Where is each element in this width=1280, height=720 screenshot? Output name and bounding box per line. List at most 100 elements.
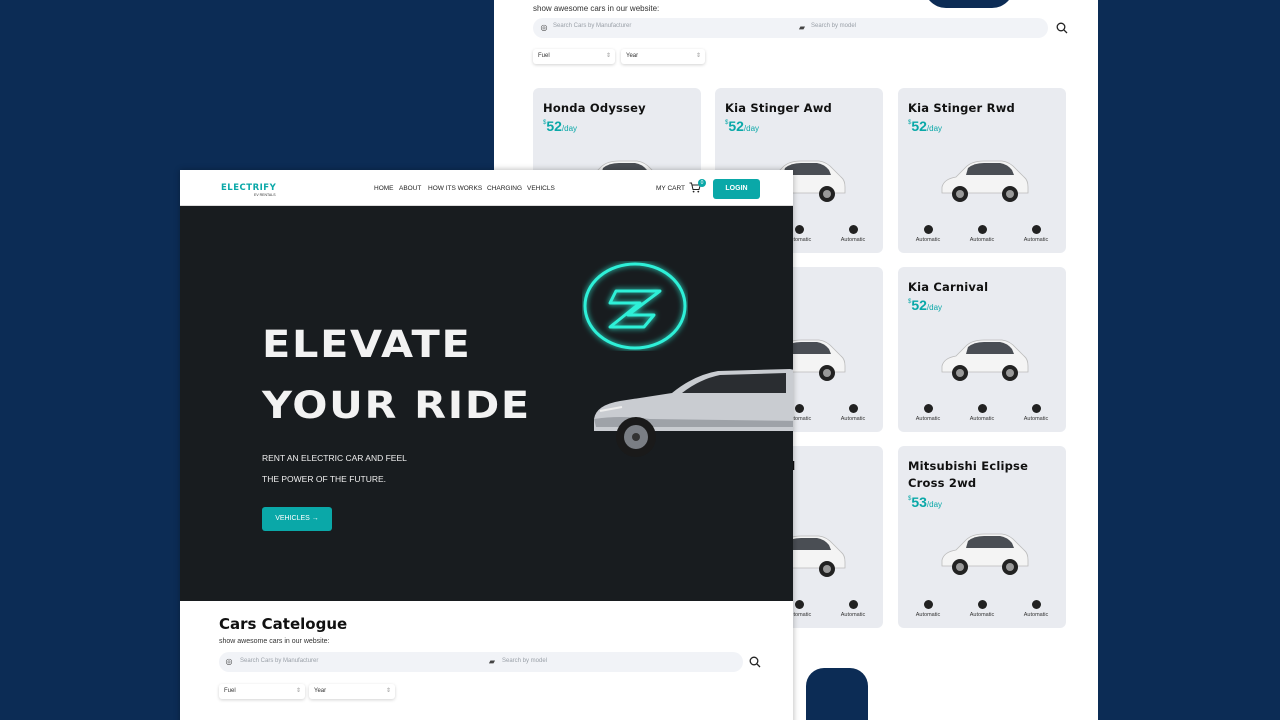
decorative-shape — [806, 668, 868, 720]
fuel-pump-icon — [848, 404, 858, 413]
chevron-updown-icon: ⇕ — [605, 53, 611, 59]
spec-label: Automatic — [915, 612, 941, 618]
tire-icon — [977, 600, 987, 609]
car-model-icon: ▰ — [798, 23, 806, 32]
fuel-pump-icon — [1031, 600, 1041, 609]
chevron-updown-icon: ⇕ — [695, 53, 701, 59]
car-price: $52/day — [908, 118, 942, 136]
manufacturer-logo-icon: ◎ — [225, 657, 233, 666]
fuel-filter-select[interactable]: Fuel ⇕ — [533, 49, 615, 64]
price-period: /day — [743, 124, 760, 133]
spec-transmission: Automatic — [908, 404, 948, 422]
lightning-bolt-icon — [583, 262, 687, 350]
search-icon[interactable] — [1056, 22, 1068, 34]
car-card[interactable]: Kia Stinger Rwd $52/day Automatic Automatic… — [898, 88, 1066, 253]
spec-label: Automatic — [969, 416, 995, 422]
price-period: /day — [926, 124, 943, 133]
car-card[interactable]: Kia Carnival $52/day Automatic Automatic Aut… — [898, 267, 1066, 432]
tire-icon — [794, 225, 804, 234]
steering-wheel-icon — [923, 600, 933, 609]
electric-car-image — [594, 369, 793, 457]
spec-label: Automatic — [1023, 612, 1049, 618]
brand-logo[interactable]: ELECTRIFY — [221, 183, 276, 193]
price-value: 52 — [911, 118, 927, 134]
spec-transmission: Automatic — [962, 600, 1002, 618]
hero-tagline-line1: RENT AN ELECTRIC CAR AND FEEL — [262, 453, 407, 463]
model-search-input[interactable]: Search by model — [811, 23, 856, 29]
spec-transmission: Automatic — [1016, 225, 1056, 243]
home-page-window: ELECTRIFY EV RENTALS HOME ABOUT HOW ITS … — [180, 170, 793, 720]
nav-link-about[interactable]: ABOUT — [399, 185, 421, 192]
spec-label: Automatic — [915, 237, 941, 243]
manufacturer-search-input[interactable]: Search Cars by Manufacturer — [553, 23, 631, 29]
spec-transmission: Automatic — [962, 225, 1002, 243]
spec-transmission: Automatic — [908, 225, 948, 243]
fuel-pump-icon — [1031, 404, 1041, 413]
price-currency: $ — [908, 120, 912, 126]
hero-section: ELEVATE YOUR RIDE RENT AN ELECTRIC CAR A… — [180, 206, 793, 601]
vehicles-button[interactable]: VEHICLES → — [262, 507, 332, 531]
nav-link-charging[interactable]: CHARGING — [487, 185, 522, 192]
search-bar: ◎ Search Cars by Manufacturer ▰ Search b… — [533, 18, 1048, 38]
car-price: $52/day — [725, 118, 759, 136]
spec-label: Automatic — [969, 237, 995, 243]
chevron-updown-icon: ⇕ — [295, 688, 301, 694]
decorative-shape — [924, 0, 1014, 8]
cart-label[interactable]: MY CART — [656, 185, 685, 192]
spec-transmission: Automatic — [908, 600, 948, 618]
brand-logo-subtitle: EV RENTALS — [254, 193, 276, 197]
spec-transmission: Automatic — [962, 404, 1002, 422]
spec-label: Automatic — [840, 612, 866, 618]
spec-label: Automatic — [840, 237, 866, 243]
spec-transmission: Automatic — [1016, 600, 1056, 618]
steering-wheel-icon — [923, 404, 933, 413]
spec-label: Automatic — [1023, 237, 1049, 243]
spec-transmission: Automatic — [833, 600, 873, 618]
chevron-updown-icon: ⇕ — [385, 688, 391, 694]
spec-transmission: Automatic — [833, 225, 873, 243]
car-card[interactable]: Mitsubishi Eclipse Cross 2wd $53/day Autom… — [898, 446, 1066, 628]
price-period: /day — [926, 303, 943, 312]
price-currency: $ — [725, 120, 729, 126]
nav-link-vehicles[interactable]: VEHICLS — [527, 185, 555, 192]
navbar: ELECTRIFY EV RENTALS HOME ABOUT HOW ITS … — [180, 170, 793, 206]
car-price: $52/day — [908, 297, 942, 315]
nav-link-home[interactable]: HOME — [374, 185, 394, 192]
year-filter-select[interactable]: Year ⇕ — [309, 684, 395, 699]
nav-link-how-it-works[interactable]: HOW ITS WORKS — [428, 185, 482, 192]
search-bar: ◎ Search Cars by Manufacturer ▰ Search b… — [219, 652, 743, 672]
car-name: Kia Stinger Awd — [725, 101, 832, 115]
manufacturer-logo-icon: ◎ — [540, 23, 548, 32]
car-image — [936, 526, 1030, 578]
year-filter-select[interactable]: Year ⇕ — [621, 49, 705, 64]
car-name: Mitsubishi Eclipse Cross 2wd — [908, 459, 1029, 490]
hero-tagline-line2: THE POWER OF THE FUTURE. — [262, 474, 387, 484]
catalogue-title: Cars Catelogue — [219, 615, 348, 633]
manufacturer-search-input[interactable]: Search Cars by Manufacturer — [240, 658, 318, 664]
fuel-filter-label: Fuel — [538, 53, 550, 59]
fuel-filter-select[interactable]: Fuel ⇕ — [219, 684, 305, 699]
fuel-pump-icon — [848, 225, 858, 234]
spec-transmission: Automatic — [1016, 404, 1056, 422]
fuel-filter-label: Fuel — [224, 688, 236, 694]
price-value: 53 — [911, 494, 927, 510]
steering-wheel-icon — [923, 225, 933, 234]
login-button[interactable]: LOGIN — [713, 179, 760, 199]
price-currency: $ — [543, 120, 547, 126]
fuel-pump-icon — [848, 600, 858, 609]
model-search-input[interactable]: Search by model — [502, 658, 547, 664]
price-currency: $ — [908, 299, 912, 305]
spec-label: Automatic — [915, 416, 941, 422]
car-model-icon: ▰ — [488, 657, 496, 666]
car-name: Kia Carnival — [908, 280, 989, 294]
spec-label: Automatic — [1023, 416, 1049, 422]
tire-icon — [794, 600, 804, 609]
hero-title-line2: YOUR RIDE — [262, 384, 531, 427]
price-currency: $ — [908, 496, 912, 502]
price-period: /day — [926, 500, 943, 509]
car-image — [936, 332, 1030, 384]
car-price: $52/day — [543, 118, 577, 136]
car-name: Kia Stinger Rwd — [908, 101, 1015, 115]
search-icon[interactable] — [749, 656, 761, 668]
tire-icon — [794, 404, 804, 413]
